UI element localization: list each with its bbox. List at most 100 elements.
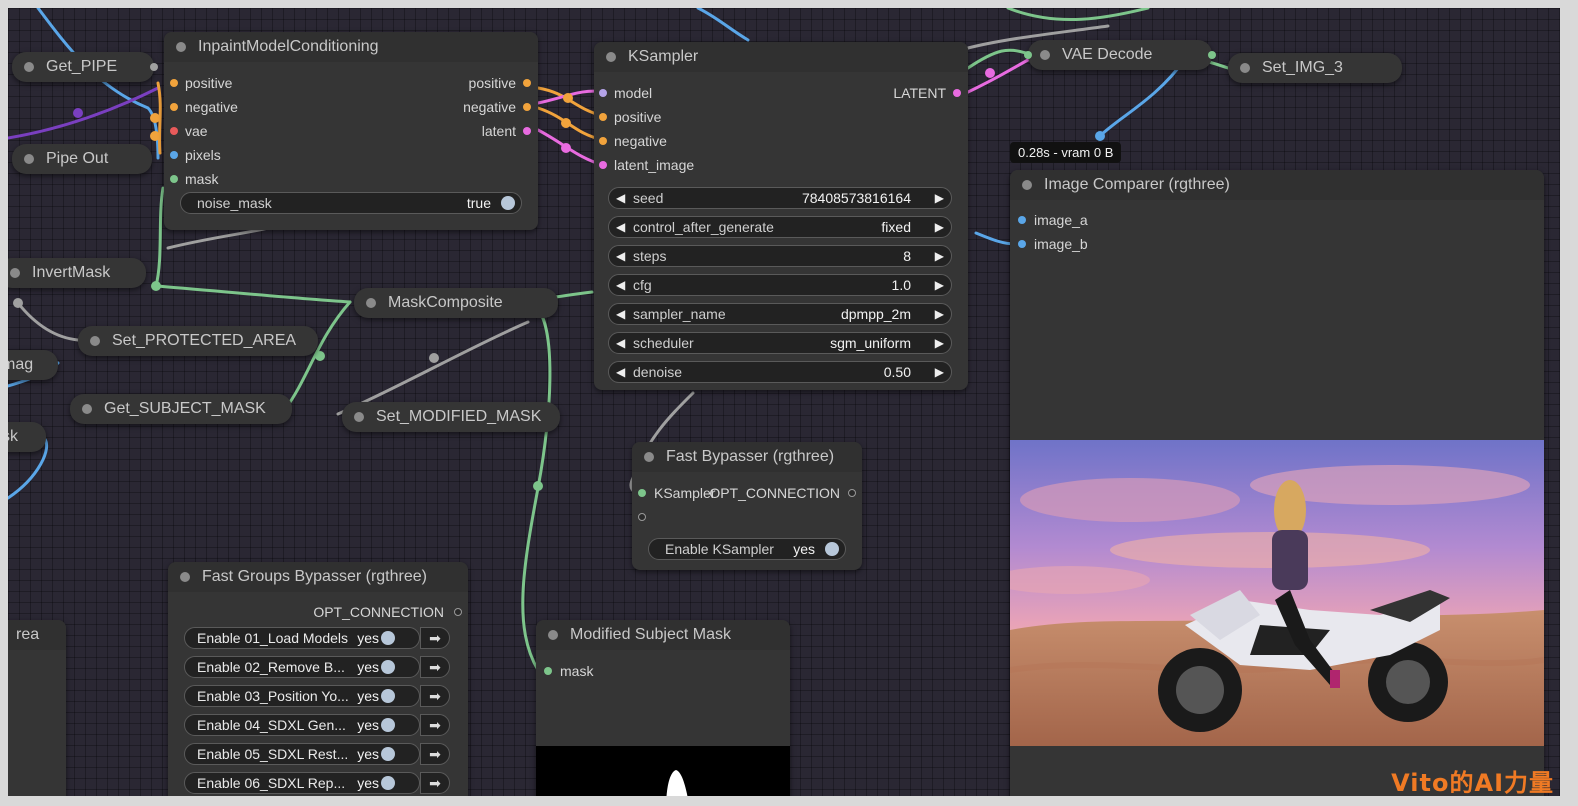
input-slot-mask[interactable]	[170, 175, 178, 183]
input-slot-vae[interactable]	[170, 127, 178, 135]
widget-denoise[interactable]: ◀ denoise 0.50 ▶	[608, 361, 952, 383]
arrow-right-icon[interactable]: ➡	[420, 772, 450, 794]
group-toggle-row[interactable]: Enable 04_SDXL Gen... yes ➡	[184, 714, 452, 736]
right-arrow-icon[interactable]: ▶	[935, 275, 944, 295]
output-slot-negative[interactable]	[523, 103, 531, 111]
node-mag[interactable]: mag	[8, 350, 58, 380]
noise-mask-toggle[interactable]: noise_mask true	[180, 192, 522, 214]
input-label-model: model	[614, 85, 653, 101]
group-toggle-row[interactable]: Enable 02_Remove B... yes ➡	[184, 656, 452, 678]
right-arrow-icon[interactable]: ▶	[935, 304, 944, 324]
node-set-protected-area[interactable]: Set_PROTECTED_AREA	[78, 326, 318, 356]
node-title-bar[interactable]: KSampler	[594, 42, 968, 72]
input-slot-model[interactable]	[599, 89, 607, 97]
right-arrow-icon[interactable]: ▶	[935, 217, 944, 237]
group-toggle-row[interactable]: Enable 06_SDXL Rep... yes ➡	[184, 772, 452, 794]
mask-preview-image[interactable]	[536, 746, 790, 796]
node-ksampler[interactable]: KSampler model positive negative latent_…	[594, 42, 968, 390]
left-arrow-icon[interactable]: ◀	[616, 333, 625, 353]
group-toggle[interactable]: Enable 03_Position Yo... yes	[184, 685, 420, 707]
left-arrow-icon[interactable]: ◀	[616, 246, 625, 266]
input-slot[interactable]	[1024, 51, 1032, 59]
node-vae-decode[interactable]: VAE Decode	[1024, 40, 1216, 70]
group-toggle[interactable]: Enable 02_Remove B... yes	[184, 656, 420, 678]
left-arrow-icon[interactable]: ◀	[616, 188, 625, 208]
right-arrow-icon[interactable]: ▶	[935, 362, 944, 382]
left-arrow-icon[interactable]: ◀	[616, 304, 625, 324]
output-slot-opt-connection[interactable]	[454, 608, 462, 616]
widget-cfg[interactable]: ◀ cfg 1.0 ▶	[608, 274, 952, 296]
arrow-right-icon[interactable]: ➡	[420, 656, 450, 678]
input-slot-negative[interactable]	[170, 103, 178, 111]
enable-ksampler-toggle[interactable]: Enable KSampler yes	[648, 538, 846, 560]
node-status-dot	[366, 298, 376, 308]
node-rea[interactable]: rea	[8, 620, 66, 796]
node-canvas[interactable]: Get_PIPE Pipe Out InvertMask Set_PROTECT…	[8, 8, 1560, 796]
input-slot-pixels[interactable]	[170, 151, 178, 159]
input-slot-image-b[interactable]	[1018, 240, 1026, 248]
node-get-pipe[interactable]: Get_PIPE	[12, 52, 158, 82]
widget-control-after-generate[interactable]: ◀ control_after_generate fixed ▶	[608, 216, 952, 238]
left-arrow-icon[interactable]: ◀	[616, 217, 625, 237]
comparison-image[interactable]	[1010, 440, 1544, 746]
right-arrow-icon[interactable]: ▶	[935, 246, 944, 266]
group-toggle[interactable]: Enable 01_Load Models yes	[184, 627, 420, 649]
node-modified-subject-mask[interactable]: Modified Subject Mask mask	[536, 620, 790, 796]
widget-sampler-name[interactable]: ◀ sampler_name dpmpp_2m ▶	[608, 303, 952, 325]
right-arrow-icon[interactable]: ▶	[935, 188, 944, 208]
node-inpaint-model-conditioning[interactable]: InpaintModelConditioning positive negati…	[164, 32, 538, 230]
group-toggle[interactable]: Enable 05_SDXL Rest... yes	[184, 743, 420, 765]
input-slot-positive[interactable]	[170, 79, 178, 87]
node-pipe-out[interactable]: Pipe Out	[12, 144, 152, 174]
right-arrow-icon[interactable]: ▶	[935, 333, 944, 353]
widget-seed[interactable]: ◀ seed 78408573816164 ▶	[608, 187, 952, 209]
node-fast-groups-bypasser[interactable]: Fast Groups Bypasser (rgthree) OPT_CONNE…	[168, 562, 468, 796]
input-slot-mask[interactable]	[544, 667, 552, 675]
arrow-right-icon[interactable]: ➡	[420, 685, 450, 707]
arrow-right-icon[interactable]: ➡	[420, 743, 450, 765]
group-toggle-row[interactable]: Enable 05_SDXL Rest... yes ➡	[184, 743, 452, 765]
output-slot-latent[interactable]	[523, 127, 531, 135]
group-toggle[interactable]: Enable 04_SDXL Gen... yes	[184, 714, 420, 736]
output-slot[interactable]	[150, 63, 158, 71]
input-slot-positive[interactable]	[599, 113, 607, 121]
node-title-bar[interactable]: Image Comparer (rgthree)	[1010, 170, 1544, 200]
node-mask-composite[interactable]: MaskComposite	[354, 288, 558, 318]
node-image-comparer[interactable]: Image Comparer (rgthree) image_a image_b	[1010, 170, 1544, 796]
input-slot-negative[interactable]	[599, 137, 607, 145]
node-title-bar[interactable]: Fast Groups Bypasser (rgthree)	[168, 562, 468, 592]
input-label-vae: vae	[185, 123, 208, 139]
input-slot-empty[interactable]	[638, 513, 646, 521]
node-set-modified-mask[interactable]: Set_MODIFIED_MASK	[342, 402, 560, 432]
left-arrow-icon[interactable]: ◀	[616, 362, 625, 382]
node-status-dot	[1240, 63, 1250, 73]
widget-steps[interactable]: ◀ steps 8 ▶	[608, 245, 952, 267]
node-set-img-3[interactable]: Set_IMG_3	[1228, 53, 1402, 83]
group-toggle-row[interactable]: Enable 01_Load Models yes ➡	[184, 627, 452, 649]
node-status-dot	[1040, 50, 1050, 60]
input-slot-latent-image[interactable]	[599, 161, 607, 169]
output-slot-positive[interactable]	[523, 79, 531, 87]
node-title-bar[interactable]: Modified Subject Mask	[536, 620, 790, 650]
group-toggle-row[interactable]: Enable 03_Position Yo... yes ➡	[184, 685, 452, 707]
arrow-right-icon[interactable]: ➡	[420, 627, 450, 649]
wire-reroute-dot	[985, 68, 995, 78]
node-get-subject-mask[interactable]: Get_SUBJECT_MASK	[70, 394, 292, 424]
node-sk[interactable]: sk	[8, 422, 46, 452]
output-slot-opt-connection[interactable]	[848, 489, 856, 497]
node-title-bar[interactable]: Fast Bypasser (rgthree)	[632, 442, 862, 472]
output-label-opt-connection: OPT_CONNECTION	[709, 485, 840, 501]
node-title: Set_MODIFIED_MASK	[376, 408, 542, 425]
node-title-bar[interactable]: InpaintModelConditioning	[164, 32, 538, 62]
input-slot-ksampler[interactable]	[638, 489, 646, 497]
output-slot-latent[interactable]	[953, 89, 961, 97]
node-fast-bypasser[interactable]: Fast Bypasser (rgthree) KSampler OPT_CON…	[632, 442, 862, 570]
widget-scheduler[interactable]: ◀ scheduler sgm_uniform ▶	[608, 332, 952, 354]
input-slot-image-a[interactable]	[1018, 216, 1026, 224]
node-invert-mask[interactable]: InvertMask	[8, 258, 146, 288]
arrow-right-icon[interactable]: ➡	[420, 714, 450, 736]
group-toggle[interactable]: Enable 06_SDXL Rep... yes	[184, 772, 420, 794]
wire-grey-mid	[166, 226, 270, 250]
output-slot[interactable]	[1208, 51, 1216, 59]
left-arrow-icon[interactable]: ◀	[616, 275, 625, 295]
